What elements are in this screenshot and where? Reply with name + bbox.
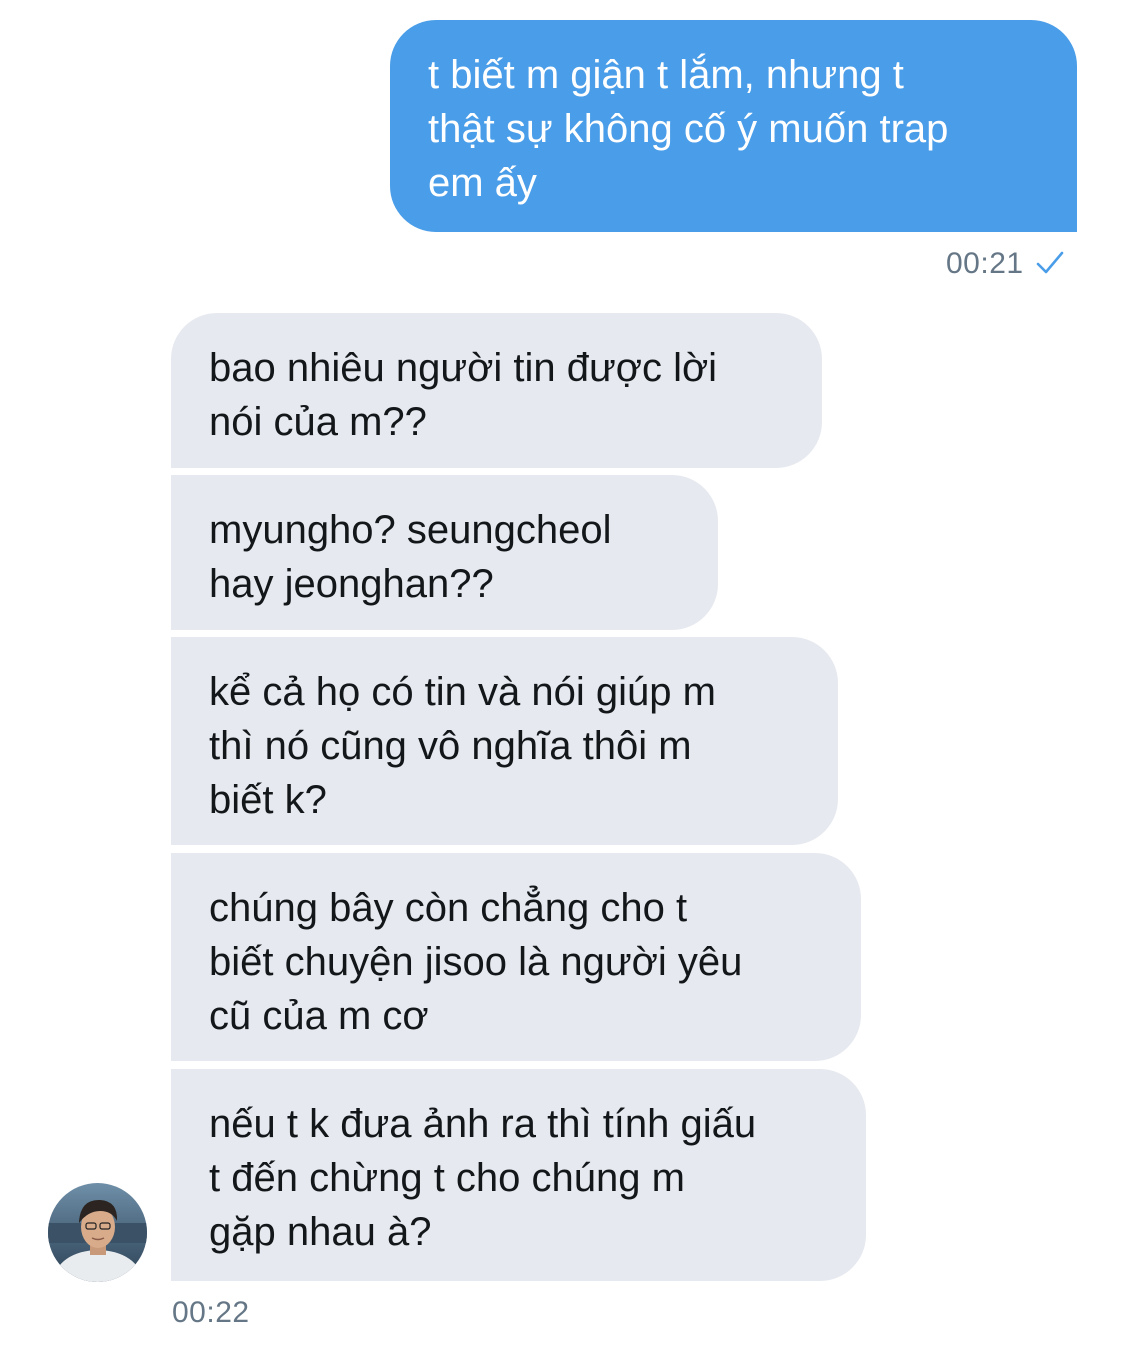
outgoing-timestamp: 00:21 bbox=[946, 247, 1064, 281]
incoming-message[interactable]: bao nhiêu người tin được lời nói của m?? bbox=[171, 313, 822, 468]
incoming-message[interactable]: chúng bây còn chẳng cho t biết chuyện ji… bbox=[171, 853, 861, 1061]
incoming-message[interactable]: nếu t k đưa ảnh ra thì tính giấu t đến c… bbox=[171, 1069, 866, 1281]
user-avatar[interactable] bbox=[48, 1183, 147, 1282]
incoming-timestamp: 00:22 bbox=[172, 1296, 250, 1329]
incoming-message[interactable]: kể cả họ có tin và nói giúp m thì nó cũn… bbox=[171, 637, 838, 845]
incoming-message[interactable]: myungho? seungcheol hay jeonghan?? bbox=[171, 475, 718, 630]
avatar-photo bbox=[48, 1183, 147, 1282]
checkmark-icon bbox=[1036, 251, 1063, 274]
outgoing-time-text: 00:21 bbox=[946, 247, 1024, 280]
outgoing-message[interactable]: t biết m giận t lắm, nhưng t thật sự khô… bbox=[390, 20, 1077, 232]
dm-conversation: t biết m giận t lắm, nhưng t thật sự khô… bbox=[0, 0, 1125, 1348]
